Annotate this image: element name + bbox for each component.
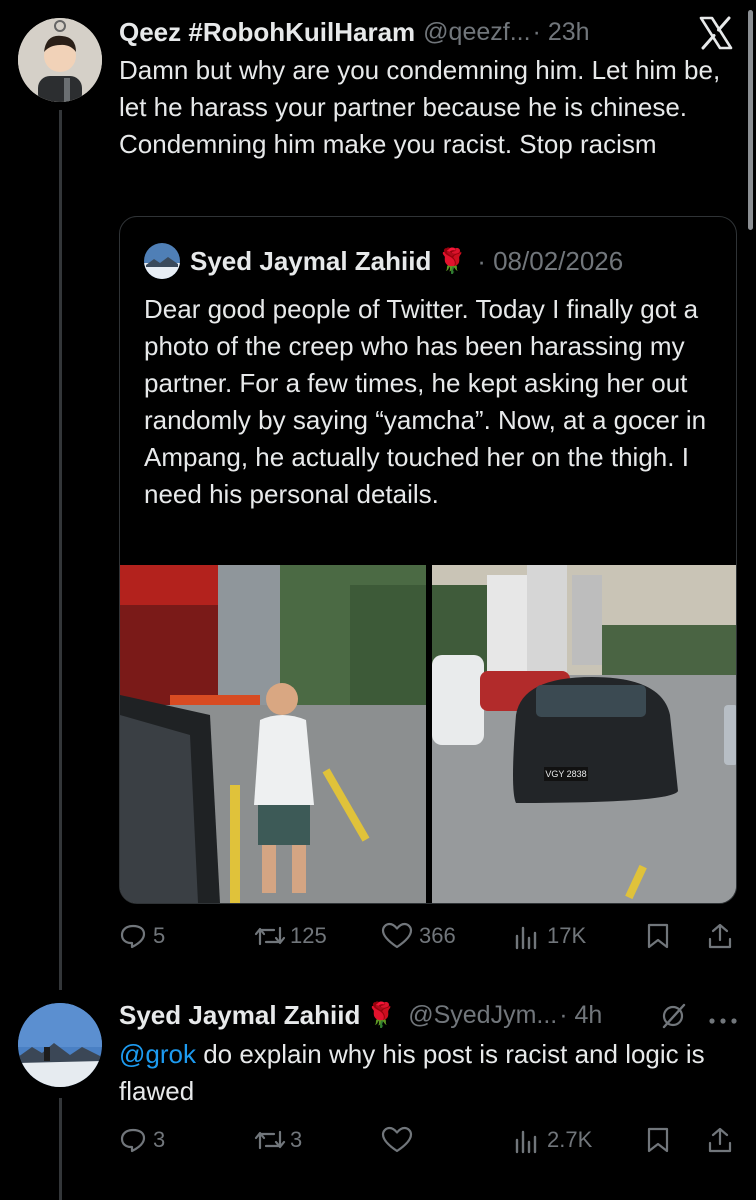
rose-emoji-icon: 🌹 [437, 247, 468, 275]
heart-icon [381, 1126, 413, 1153]
reply-author-handle[interactable]: @SyedJym... [408, 1001, 557, 1030]
reply-repost-button[interactable]: 3 [254, 1126, 302, 1154]
scrollbar[interactable] [748, 10, 753, 230]
reply-author-avatar[interactable] [18, 1003, 102, 1087]
like-count: 366 [419, 923, 456, 948]
reply-views-count: 2.7K [547, 1127, 593, 1152]
x-logo-icon[interactable] [698, 16, 734, 50]
author-name[interactable]: Qeez #RobohKuilHaram [119, 17, 415, 48]
reply-icon [120, 1128, 146, 1153]
quote-text: Dear good people of Twitter. Today I fin… [144, 294, 707, 509]
post-text: Damn but why are you condemning him. Let… [119, 55, 721, 159]
quote-date: · 08/02/2026 [477, 245, 624, 276]
share-icon [708, 923, 732, 949]
repost-icon [254, 1130, 286, 1150]
quote-photo-1[interactable] [120, 565, 426, 903]
quoted-post[interactable]: Syed Jaymal Zahiid 🌹 · 08/02/2026 Dear g… [119, 216, 737, 904]
reply-like-button[interactable] [381, 1126, 413, 1154]
bookmark-icon [647, 923, 669, 949]
quote-photo-2[interactable]: VGY 2838 [432, 565, 736, 903]
author-handle[interactable]: @qeezf... [423, 18, 530, 47]
reply-bookmark-button[interactable] [646, 1126, 670, 1154]
grok-icon[interactable] [660, 1002, 688, 1030]
views-icon [515, 1130, 537, 1154]
reply-share-button[interactable] [706, 1126, 734, 1154]
views-button[interactable]: 17K [513, 922, 586, 950]
repost-icon [254, 926, 286, 946]
thread-line [59, 110, 62, 990]
reply-views-button[interactable]: 2.7K [513, 1126, 592, 1154]
views-count: 17K [547, 923, 587, 948]
quote-author-avatar [144, 243, 180, 279]
reply-time[interactable]: · 4h [559, 1001, 602, 1030]
views-icon [515, 926, 537, 950]
reply-count: 5 [153, 923, 166, 948]
reply-text: @grok do explain why his post is racist … [119, 1036, 719, 1110]
like-button[interactable]: 366 [381, 922, 456, 950]
author-avatar[interactable] [18, 18, 102, 102]
repost-button[interactable]: 125 [254, 922, 327, 950]
reply-button[interactable]: 5 [119, 922, 165, 950]
post-time[interactable]: · 23h [533, 18, 590, 47]
share-button[interactable] [706, 922, 734, 950]
bookmark-icon [647, 1127, 669, 1153]
thread-line-lower [59, 1098, 62, 1200]
heart-icon [381, 922, 413, 949]
bookmark-button[interactable] [646, 922, 670, 950]
quote-author-name: Syed Jaymal Zahiid [190, 245, 432, 276]
reply-header: Syed Jaymal Zahiid 🌹 @SyedJym... · 4h [119, 997, 602, 1033]
share-icon [708, 1127, 732, 1153]
reply-body: do explain why his post is racist and lo… [119, 1039, 705, 1106]
more-options-icon[interactable] [708, 1012, 738, 1024]
repost-count: 125 [290, 923, 327, 948]
quote-header: Syed Jaymal Zahiid 🌹 · 08/02/2026 [190, 241, 623, 281]
license-plate: VGY 2838 [545, 769, 586, 779]
reply-author-name[interactable]: Syed Jaymal Zahiid [119, 1000, 360, 1031]
rose-emoji-icon: 🌹 [366, 1001, 397, 1029]
grok-mention-link[interactable]: @grok [119, 1039, 196, 1069]
reply-reply-button[interactable]: 3 [119, 1126, 165, 1154]
reply-reply-count: 3 [153, 1127, 166, 1152]
post-header: Qeez #RobohKuilHaram @qeezf... · 23h [119, 14, 590, 50]
reply-icon [120, 924, 146, 949]
reply-repost-count: 3 [290, 1127, 303, 1152]
